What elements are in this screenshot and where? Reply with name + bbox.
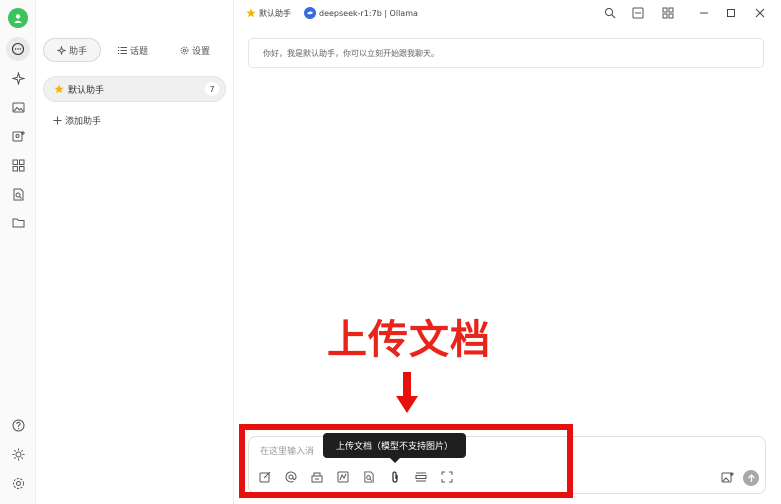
icon-rail (0, 0, 36, 504)
send-icon (747, 473, 756, 483)
current-assistant[interactable]: 默认助手 (246, 5, 291, 21)
app-window: 默认助手 deepseek-r1:7b | Ollama 助手 话题 设置 默认… (0, 0, 781, 504)
tab-label: 话题 (129, 46, 148, 57)
image-upload-icon[interactable] (720, 470, 734, 484)
maximize-icon[interactable] (726, 5, 736, 21)
model-selector[interactable]: deepseek-r1:7b | Ollama (304, 5, 418, 21)
list-icon (117, 46, 127, 55)
add-assistant-button[interactable]: 添加助手 (53, 114, 101, 127)
image-add-icon[interactable] (8, 126, 28, 146)
greeting-message: 你好，我是默认助手，你可以立刻开始跟我聊天。 (248, 38, 764, 68)
gear-icon (180, 46, 189, 55)
tab-topics[interactable]: 话题 (101, 38, 165, 62)
plus-icon (53, 116, 62, 125)
model-logo-icon (304, 7, 316, 19)
annotation-highlight-frame (239, 424, 573, 498)
tab-settings[interactable]: 设置 (165, 38, 225, 62)
folder-icon[interactable] (8, 212, 28, 232)
minimize-icon[interactable] (699, 5, 709, 21)
send-button[interactable] (743, 470, 759, 486)
theme-icon[interactable] (8, 444, 28, 464)
assistant-panel: 助手 话题 设置 默认助手 7 添加助手 (37, 0, 234, 504)
layout-toggle-icon[interactable] (632, 5, 644, 21)
greeting-text: 你好，我是默认助手，你可以立刻开始跟我聊天。 (263, 48, 439, 58)
tab-label: 助手 (68, 46, 87, 57)
add-assistant-label: 添加助手 (65, 117, 102, 127)
avatar[interactable] (8, 8, 28, 28)
sparkle-icon[interactable] (8, 68, 28, 88)
sparkle-icon (56, 45, 66, 55)
grid-view-icon[interactable] (662, 5, 674, 21)
assistant-item-default[interactable]: 默认助手 7 (43, 76, 226, 102)
chat-icon[interactable] (6, 37, 30, 61)
current-assistant-name: 默认助手 (259, 8, 291, 18)
star-icon (246, 8, 256, 18)
tab-label: 设置 (191, 46, 210, 57)
model-label: deepseek-r1:7b | Ollama (319, 8, 418, 18)
star-icon (54, 84, 64, 94)
annotation-arrow-icon (396, 372, 418, 414)
doc-search-icon[interactable] (8, 184, 28, 204)
settings-icon[interactable] (8, 473, 28, 493)
assistant-name: 默认助手 (68, 85, 105, 96)
tab-assistants[interactable]: 助手 (43, 38, 101, 62)
close-icon[interactable] (755, 5, 765, 21)
search-icon[interactable] (604, 5, 616, 21)
help-icon[interactable] (8, 415, 28, 435)
apps-icon[interactable] (8, 155, 28, 175)
topic-count-badge: 7 (205, 82, 219, 96)
annotation-title: 上传文档 (327, 317, 491, 363)
image-icon[interactable] (8, 97, 28, 117)
panel-tabs: 助手 话题 设置 (43, 38, 229, 62)
